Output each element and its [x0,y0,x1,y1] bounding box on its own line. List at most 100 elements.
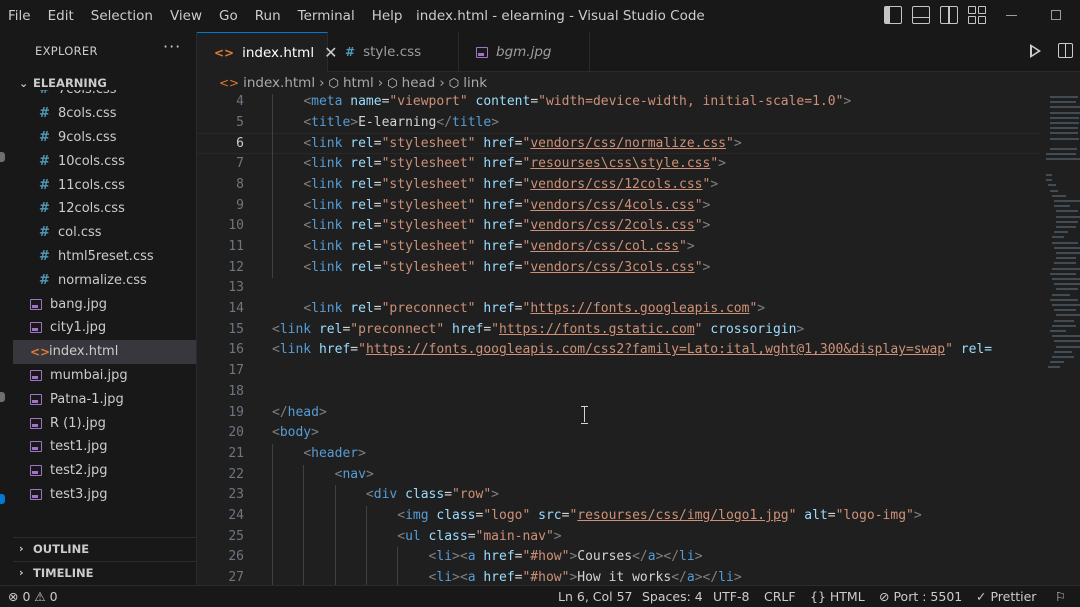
code-line[interactable]: 27 <li><a href="#how">How it works</a></… [197,568,1040,585]
minimap-line [1050,330,1066,332]
code-line[interactable]: 10 <link rel="stylesheet" href="vendors/… [197,216,1040,237]
minimize-icon[interactable] [1006,15,1017,16]
cursor-position[interactable]: Ln 6, Col 57 [558,586,633,607]
code-text: <title>E-learning</title> [303,114,500,130]
code-text: <li><a href="#how">Courses</a></li> [428,549,703,565]
code-line[interactable]: 17 [197,361,1040,382]
minimap-line [1052,241,1078,244]
file-item[interactable]: bang.jpg [13,292,196,316]
feedback-icon[interactable]: ⚐ [1055,586,1066,607]
file-item[interactable]: # html5reset.css [13,245,196,269]
activity-indicator[interactable] [0,392,5,402]
encoding[interactable]: UTF-8 [713,586,749,607]
status-bar: ⊗ 0 ⚠ 0 Ln 6, Col 57 Spaces: 4 UTF-8 CRL… [0,585,1080,607]
code-line[interactable]: 4 <meta name="viewport" content="width=d… [197,94,1040,113]
minimap-line [1050,189,1058,192]
split-editor-icon[interactable] [1058,43,1073,58]
menu-run[interactable]: Run [246,0,289,32]
code-line[interactable]: 12 <link rel="stylesheet" href="vendors/… [197,258,1040,279]
file-item[interactable]: #11cols.css [13,173,196,197]
file-item[interactable]: test3.jpg [13,483,196,506]
line-number: 5 [236,114,244,130]
code-line[interactable]: 16 <link href="https://fonts.googleapis.c… [197,340,1040,361]
code-line[interactable]: 14 <link rel="preconnect" href="https://… [197,299,1040,320]
file-item[interactable]: #12cols.css [13,197,196,221]
file-item[interactable]: # col.css [13,221,196,245]
minimap-line [1056,226,1076,228]
menu-terminal[interactable]: Terminal [289,0,363,32]
mouse-cursor-icon [580,406,589,424]
file-item[interactable]: Patna-1.jpg [13,387,196,411]
indentation[interactable]: Spaces: 4 [642,586,703,607]
tab-index-html[interactable]: <> index.html ✕ [197,32,338,72]
outline-section[interactable]: › OUTLINE [13,537,196,559]
code-line[interactable]: 11 <link rel="stylesheet" href="vendors/… [197,237,1040,258]
customize-layout-icon[interactable] [968,6,986,24]
language-mode[interactable]: {} HTML [810,586,865,607]
accounts-indicator[interactable] [0,494,5,504]
toggle-primary-sidebar-icon[interactable] [884,6,902,24]
prettier-status[interactable]: ✓ Prettier [976,586,1036,607]
code-line[interactable]: 5 <title>E-learning</title> [197,113,1040,134]
run-icon[interactable] [1030,44,1041,58]
toggle-panel-icon[interactable] [912,6,930,24]
timeline-section[interactable]: › TIMELINE [13,561,196,583]
menu-help[interactable]: Help [363,0,411,32]
breadcrumb-item[interactable]: html [343,75,374,91]
file-item[interactable]: city1.jpg [13,316,196,340]
toggle-secondary-sidebar-icon[interactable] [940,6,958,24]
code-line[interactable]: 7 <link rel="stylesheet" href="resourses… [197,154,1040,175]
code-line[interactable]: 22 <nav> [197,465,1040,486]
file-name: 8cols.css [58,106,117,122]
menu-view[interactable]: View [161,0,210,32]
file-item[interactable]: #10cols.css [13,149,196,173]
code-line[interactable]: 6 <link rel="stylesheet" href="vendors/c… [197,133,1040,155]
code-line[interactable]: 23 <div class="row"> [197,485,1040,506]
breadcrumb-item[interactable]: head [402,75,436,91]
code-line[interactable]: 15 <link rel="preconnect" href="https://f… [197,320,1040,341]
restore-icon[interactable] [1051,10,1061,20]
file-item[interactable]: # normalize.css [13,268,196,292]
live-server-port[interactable]: ⊘ Port : 5501 [879,586,962,607]
line-number: 20 [228,425,244,441]
problems-status[interactable]: ⊗ 0 ⚠ 0 [8,586,58,607]
code-line[interactable]: 13 [197,278,1040,299]
breadcrumb-item[interactable]: index.html [243,75,315,91]
image-file-icon [30,465,42,477]
code-line[interactable]: 21 <header> [197,444,1040,465]
code-editor[interactable]: 4 <meta name="viewport" content="width=d… [197,94,1040,585]
file-item[interactable]: #9cols.css [13,126,196,150]
file-item[interactable]: test2.jpg [13,459,196,483]
html-file-icon: <> [214,45,235,60]
file-item[interactable]: <> index.html [13,339,196,364]
menu-file[interactable]: File [0,0,39,32]
file-name: html5reset.css [58,248,154,264]
activity-bar [0,32,13,585]
file-item[interactable]: #7cols.css [13,90,196,102]
breadcrumb-item[interactable]: link [463,75,487,91]
code-line[interactable]: 24 <img class="logo" src="resourses/css/… [197,506,1040,527]
code-line[interactable]: 19 </head> [197,403,1040,424]
tab-style-css[interactable]: # style.css [328,32,459,72]
code-line[interactable]: 20 <body> [197,423,1040,444]
code-line[interactable]: 9 <link rel="stylesheet" href="vendors/c… [197,196,1040,217]
minimap[interactable] [1040,94,1080,585]
line-ending[interactable]: CRLF [764,586,796,607]
image-file-icon [30,393,42,405]
file-item[interactable]: #8cols.css [13,102,196,126]
code-line[interactable]: 25 <ul class="main-nav"> [197,527,1040,548]
code-line[interactable]: 18 [197,382,1040,403]
code-line[interactable]: 8 <link rel="stylesheet" href="vendors/c… [197,175,1040,196]
html-file-icon: <> [219,76,240,90]
code-line[interactable]: 26 <li><a href="#how">Courses</a></li> [197,547,1040,568]
file-item[interactable]: R (1).jpg [13,411,196,435]
line-number: 4 [236,94,244,109]
more-actions-icon[interactable]: ··· [163,37,181,56]
menu-edit[interactable]: Edit [39,0,82,32]
menu-go[interactable]: Go [211,0,247,32]
activity-indicator[interactable] [0,152,5,162]
file-item[interactable]: mumbai.jpg [13,364,196,388]
tab-bgm-jpg[interactable]: bgm.jpg [459,32,590,72]
menu-selection[interactable]: Selection [82,0,161,32]
file-item[interactable]: test1.jpg [13,435,196,459]
